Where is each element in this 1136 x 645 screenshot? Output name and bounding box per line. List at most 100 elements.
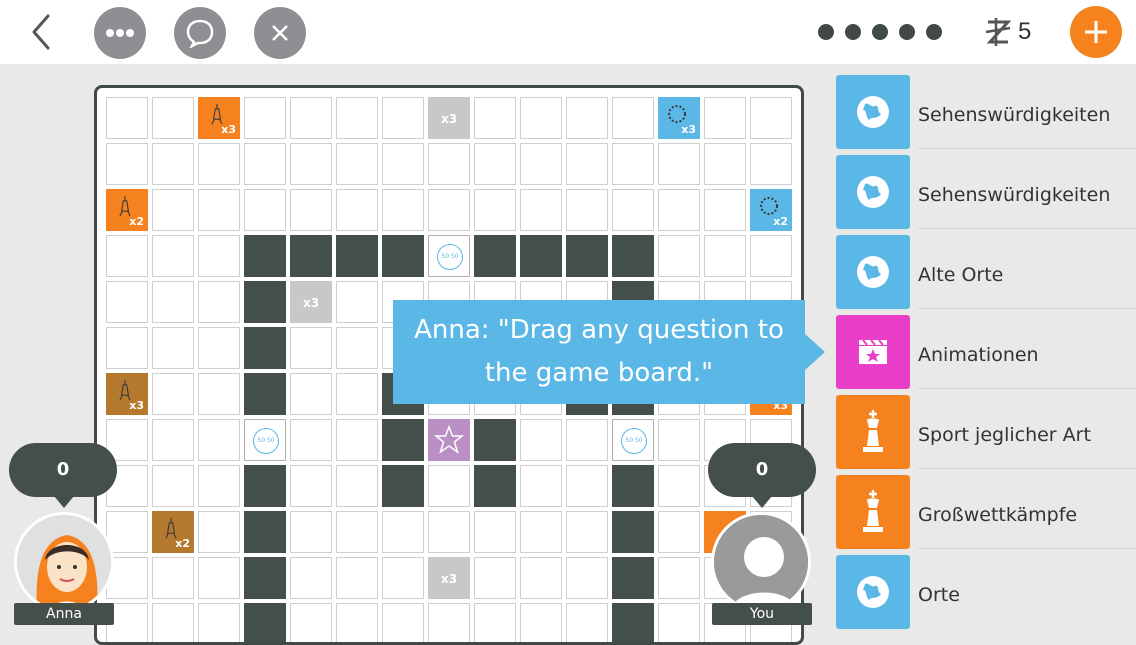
board-cell[interactable] xyxy=(428,465,470,507)
board-cell[interactable] xyxy=(520,97,562,139)
board-cell-blocked[interactable] xyxy=(612,603,654,642)
board-cell[interactable] xyxy=(336,465,378,507)
board-cell[interactable] xyxy=(520,557,562,599)
board-cell-blocked[interactable] xyxy=(244,465,286,507)
board-cell-bonus[interactable]: x3 xyxy=(428,97,470,139)
board-cell[interactable] xyxy=(428,189,470,231)
board-cell[interactable] xyxy=(106,143,148,185)
board-cell-blocked[interactable] xyxy=(474,235,516,277)
board-cell[interactable] xyxy=(520,465,562,507)
board-cell[interactable] xyxy=(566,189,608,231)
board-cell[interactable] xyxy=(152,143,194,185)
board-cell[interactable] xyxy=(474,143,516,185)
board-cell[interactable] xyxy=(198,511,240,553)
board-cell[interactable] xyxy=(290,143,332,185)
close-game-button[interactable] xyxy=(254,7,306,59)
board-cell[interactable] xyxy=(474,603,516,642)
board-cell[interactable] xyxy=(336,511,378,553)
board-cell[interactable] xyxy=(658,603,700,642)
board-cell[interactable] xyxy=(290,465,332,507)
board-cell[interactable] xyxy=(198,235,240,277)
category-item[interactable]: Sport jeglicher Art xyxy=(826,384,1136,469)
board-cell[interactable] xyxy=(106,281,148,323)
board-cell-bonus[interactable]: x3 xyxy=(290,281,332,323)
board-cell[interactable] xyxy=(428,603,470,642)
chat-button[interactable] xyxy=(174,7,226,59)
board-cell-bonus[interactable]: x2 xyxy=(750,189,792,231)
board-cell-bonus[interactable]: x3 xyxy=(198,97,240,139)
board-cell[interactable] xyxy=(520,143,562,185)
board-cell[interactable] xyxy=(198,281,240,323)
category-tile[interactable] xyxy=(836,75,910,149)
board-cell[interactable] xyxy=(336,419,378,461)
category-item[interactable]: Sehenswürdigkeiten xyxy=(826,64,1136,149)
more-options-button[interactable] xyxy=(94,7,146,59)
board-cell-blocked[interactable] xyxy=(244,327,286,369)
board-cell[interactable] xyxy=(474,511,516,553)
board-cell[interactable] xyxy=(612,189,654,231)
board-cell[interactable] xyxy=(520,189,562,231)
category-tile[interactable] xyxy=(836,315,910,389)
board-cell[interactable] xyxy=(198,465,240,507)
board-cell[interactable] xyxy=(152,419,194,461)
board-cell[interactable] xyxy=(106,327,148,369)
board-cell[interactable] xyxy=(566,557,608,599)
board-cell[interactable] xyxy=(382,603,424,642)
board-cell[interactable] xyxy=(198,373,240,415)
board-cell[interactable] xyxy=(106,511,148,553)
board-cell-joker[interactable]: 50 50 xyxy=(244,419,286,461)
board-cell[interactable] xyxy=(520,419,562,461)
board-cell[interactable] xyxy=(152,235,194,277)
board-cell[interactable] xyxy=(198,603,240,642)
board-cell[interactable] xyxy=(704,143,746,185)
board-cell[interactable] xyxy=(658,511,700,553)
board-cell-blocked[interactable] xyxy=(612,465,654,507)
board-cell[interactable] xyxy=(106,235,148,277)
board-cell[interactable] xyxy=(244,189,286,231)
board-cell[interactable] xyxy=(152,327,194,369)
board-cell[interactable] xyxy=(658,143,700,185)
board-cell-blocked[interactable] xyxy=(244,557,286,599)
board-cell-blocked[interactable] xyxy=(244,603,286,642)
board-cell[interactable] xyxy=(612,143,654,185)
board-cell[interactable] xyxy=(474,557,516,599)
board-cell-joker[interactable]: 50 50 xyxy=(428,235,470,277)
board-cell-bonus[interactable]: x2 xyxy=(152,511,194,553)
board-cell[interactable] xyxy=(244,97,286,139)
board-cell[interactable] xyxy=(336,189,378,231)
board-cell[interactable] xyxy=(658,465,700,507)
back-button[interactable] xyxy=(22,12,62,52)
category-tile[interactable] xyxy=(836,235,910,309)
board-cell-blocked[interactable] xyxy=(336,235,378,277)
board-cell[interactable] xyxy=(566,603,608,642)
board-cell[interactable] xyxy=(336,373,378,415)
board-cell[interactable] xyxy=(520,511,562,553)
board-cell-blocked[interactable] xyxy=(520,235,562,277)
board-cell-blocked[interactable] xyxy=(382,235,424,277)
board-cell-blocked[interactable] xyxy=(244,511,286,553)
board-cell-blocked[interactable] xyxy=(382,419,424,461)
board-cell-blocked[interactable] xyxy=(244,235,286,277)
board-cell[interactable] xyxy=(198,419,240,461)
board-cell[interactable] xyxy=(566,97,608,139)
board-cell[interactable] xyxy=(152,373,194,415)
board-cell[interactable] xyxy=(658,235,700,277)
category-item[interactable]: Großwettkämpfe xyxy=(826,464,1136,549)
board-cell[interactable] xyxy=(750,143,792,185)
category-tile[interactable] xyxy=(836,395,910,469)
board-cell-bonus[interactable]: x3 xyxy=(658,97,700,139)
board-cell[interactable] xyxy=(382,557,424,599)
board-cell[interactable] xyxy=(750,97,792,139)
board-cell-bonus[interactable]: x2 xyxy=(106,189,148,231)
board-cell[interactable] xyxy=(658,557,700,599)
board-cell-bonus[interactable]: x3 xyxy=(428,557,470,599)
board-cell[interactable] xyxy=(290,511,332,553)
board-cell[interactable] xyxy=(474,189,516,231)
board-cell[interactable] xyxy=(152,97,194,139)
board-cell[interactable] xyxy=(382,143,424,185)
board-cell[interactable] xyxy=(750,235,792,277)
board-cell[interactable] xyxy=(290,327,332,369)
board-cell[interactable] xyxy=(382,511,424,553)
board-cell[interactable] xyxy=(290,189,332,231)
board-cell-blocked[interactable] xyxy=(474,419,516,461)
